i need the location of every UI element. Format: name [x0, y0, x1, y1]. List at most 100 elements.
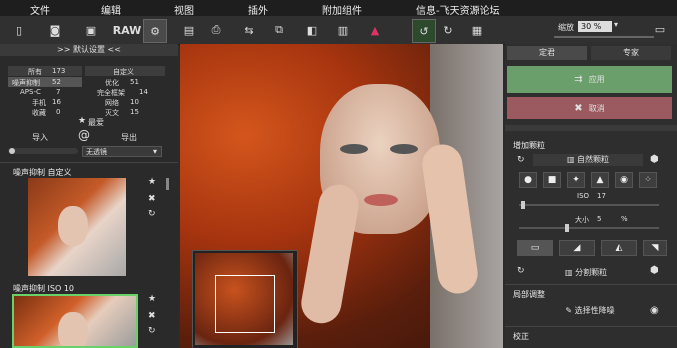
grain-section-title[interactable]: 增加颗粒	[513, 140, 545, 151]
size-label: 大小	[575, 216, 589, 224]
tab-basic[interactable]: 定君	[507, 46, 587, 60]
flat-grain-icon[interactable]: ▭	[517, 240, 553, 256]
delete-icon[interactable]: ✖	[148, 311, 156, 321]
drop-grain-icon[interactable]: ▲	[591, 172, 609, 188]
compare-icon[interactable]: ◧	[301, 19, 323, 41]
zoom-input[interactable]: 30 %	[578, 21, 612, 32]
zoom-dropdown-icon[interactable]: ▾	[614, 20, 618, 29]
star-icon: ★	[78, 116, 87, 126]
shield-icon[interactable]: ⬢	[650, 265, 659, 276]
presets-header[interactable]: >> 默认设置 <<	[0, 44, 178, 56]
image-canvas[interactable]	[180, 44, 503, 348]
square-grain-icon[interactable]: ■	[543, 172, 561, 188]
batch-icon[interactable]: ⧉	[268, 19, 290, 41]
peak-grain-icon[interactable]: ◭	[601, 240, 637, 256]
size-unit: %	[621, 215, 628, 223]
right-eye	[390, 144, 418, 154]
navigator[interactable]	[192, 250, 298, 348]
menu-info[interactable]: 信息-飞天资源论坛	[416, 2, 500, 17]
apply-button[interactable]: ⇉ 应用	[507, 66, 672, 93]
zoom-label: 缩放	[558, 23, 574, 32]
export-icon[interactable]: ⇆	[238, 19, 260, 41]
circle-grain-icon[interactable]: ●	[519, 172, 537, 188]
chevron-down-icon[interactable]: ▾	[153, 147, 157, 156]
refresh-icon[interactable]: ↻	[148, 326, 156, 336]
scrollbar-thumb[interactable]	[166, 178, 169, 190]
selective-denoise-button[interactable]: ✎ 选择性降噪	[535, 304, 645, 318]
save-icon[interactable]: ▤	[178, 19, 200, 41]
apply-label: 应用	[588, 75, 605, 84]
before-after-icon[interactable]: ▥	[332, 19, 354, 41]
preset-thumbnail-selected[interactable]	[12, 294, 138, 348]
image-browser-icon[interactable]: ▣	[80, 19, 102, 41]
ramp-grain-icon[interactable]: ◢	[559, 240, 595, 256]
stat-cell[interactable]	[8, 66, 82, 76]
histogram-icon[interactable]: ▲	[364, 19, 386, 41]
menu-plugins[interactable]: 插外	[248, 2, 268, 17]
apply-icon: ⇉	[574, 74, 583, 85]
stat-value: 10	[130, 98, 139, 106]
shield-icon[interactable]: ⬢	[650, 154, 659, 165]
eye-icon[interactable]: ◉	[650, 305, 659, 316]
refresh-icon[interactable]: ↻	[517, 155, 525, 165]
refresh-icon[interactable]: ↻	[148, 209, 156, 219]
left-eye	[340, 144, 368, 154]
stat-label: 收藏	[32, 109, 46, 117]
zoom-fit-icon[interactable]: ▦	[466, 19, 488, 41]
navigator-viewport[interactable]	[215, 275, 275, 333]
import-button[interactable]: 导入	[32, 132, 48, 143]
preset-thumbnail[interactable]	[28, 178, 126, 276]
open-file-icon[interactable]: ◙	[44, 19, 66, 41]
favorite-star-icon[interactable]: ★	[148, 177, 156, 187]
grain-mode-select[interactable]: ▥ 自然颗粒	[533, 154, 643, 166]
iso-slider-handle[interactable]	[521, 201, 525, 209]
thumb-face	[58, 206, 88, 246]
stat-label: 自定义	[113, 68, 134, 76]
iso-value: 17	[597, 192, 606, 200]
collapsed-section[interactable]	[505, 125, 677, 131]
reset-icon[interactable]: ↺	[412, 19, 436, 43]
refresh-icon[interactable]: ↻	[517, 266, 525, 276]
scatter-grain-icon[interactable]: ⁘	[639, 172, 657, 188]
favorites-label[interactable]: 最爱	[88, 117, 104, 128]
menu-edit[interactable]: 编辑	[101, 2, 121, 17]
stat-value: 51	[130, 78, 139, 86]
thumb-face	[58, 312, 88, 346]
redo-icon[interactable]: ↻	[437, 19, 459, 41]
split-grain-button[interactable]: ▥ 分割颗粒	[565, 267, 607, 278]
presets-panel: >> 默认设置 << 所有 173 自定义 噪声抑制 52 优化 51 APS-…	[0, 44, 178, 348]
window-icon[interactable]: ▭	[651, 20, 669, 38]
stat-value: 52	[52, 78, 61, 86]
settings-icon[interactable]: ⚙	[143, 19, 167, 43]
lens-dropdown[interactable]: 无透镜	[82, 146, 162, 157]
size-slider[interactable]	[519, 227, 659, 229]
zoom-slider[interactable]	[554, 36, 654, 38]
stat-value: 0	[56, 108, 61, 116]
stat-label: 所有	[28, 68, 42, 76]
favorite-star-icon[interactable]: ★	[148, 294, 156, 304]
ring-grain-icon[interactable]: ◉	[615, 172, 633, 188]
raw-button[interactable]: RAW	[113, 19, 142, 41]
menu-addons[interactable]: 附加组件	[322, 2, 362, 17]
divider	[505, 326, 677, 327]
export-button[interactable]: 导出	[121, 132, 137, 143]
at-icon[interactable]: @	[78, 128, 90, 142]
iso-slider[interactable]	[519, 204, 659, 206]
delete-icon[interactable]: ✖	[148, 194, 156, 204]
menu-file[interactable]: 文件	[30, 2, 50, 17]
tab-expert[interactable]: 专家	[591, 46, 671, 60]
filter-toggle[interactable]	[8, 148, 78, 154]
settings-panel: 定君 专家 ⇉ 应用 ✖ 取消 增加颗粒 ↻ ▥ 自然颗粒 ⬢ ● ■ ✦ ▲ …	[505, 44, 677, 348]
print-icon[interactable]: ⎙	[205, 19, 227, 41]
valley-grain-icon[interactable]: ◥	[643, 240, 667, 256]
size-slider-handle[interactable]	[565, 224, 569, 232]
star-grain-icon[interactable]: ✦	[567, 172, 585, 188]
new-file-icon[interactable]: ▯	[8, 19, 30, 41]
cancel-button[interactable]: ✖ 取消	[507, 97, 672, 119]
stat-label: APS-C	[20, 88, 41, 96]
correction-title[interactable]: 校正	[513, 331, 529, 342]
stat-label: 手机	[32, 99, 46, 107]
local-adjust-title[interactable]: 局部调整	[513, 289, 545, 300]
menu-view[interactable]: 视图	[174, 2, 194, 17]
lips	[364, 194, 398, 206]
